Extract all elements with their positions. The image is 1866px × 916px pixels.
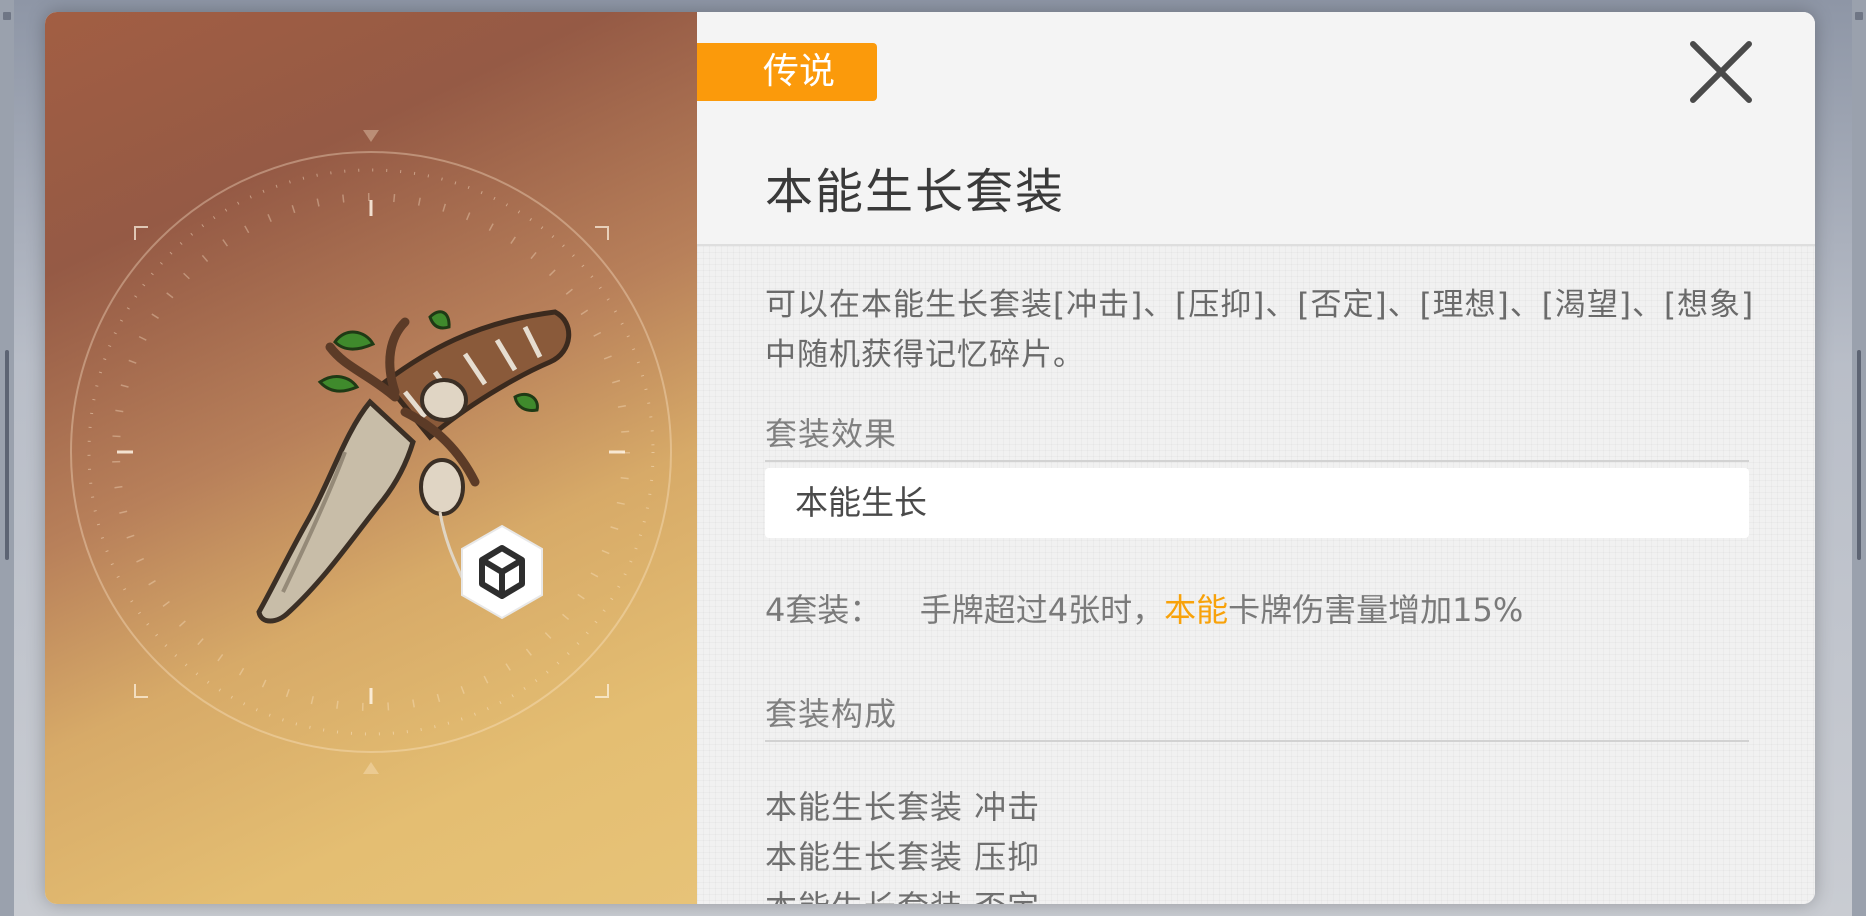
rarity-badge: 传说 bbox=[697, 43, 877, 101]
item-description: 可以在本能生长套装[冲击]、[压抑]、[否定]、[理想]、[渴望]、[想象]中随… bbox=[765, 287, 1755, 373]
set-member-item: 本能生长套装 压抑 bbox=[765, 838, 1041, 876]
edge-marker bbox=[3, 12, 11, 20]
set-member-item: 本能生长套装 否定 bbox=[765, 882, 1040, 904]
set-bonus-tier: 4套装： bbox=[765, 591, 882, 629]
close-button[interactable] bbox=[1687, 38, 1755, 106]
set-bonus-text-end: 卡牌伤害量增加15% bbox=[1228, 591, 1524, 629]
reticle-arrow-bottom bbox=[363, 762, 379, 774]
set-bonus-keyword: 本能 bbox=[1164, 591, 1229, 629]
reticle-arrow-top bbox=[363, 130, 379, 142]
set-effect-heading: 套装效果 bbox=[765, 415, 898, 453]
section-divider bbox=[765, 460, 1749, 462]
section-divider bbox=[765, 740, 1749, 742]
set-effect-name: 本能生长 bbox=[765, 468, 1749, 538]
left-scroll-handle[interactable] bbox=[5, 350, 9, 560]
item-artwork-panel bbox=[45, 12, 697, 904]
set-bonus-line: 4套装： 手牌超过4张时，本能卡牌伤害量增加15% bbox=[765, 585, 1523, 631]
cube-hexagon-icon bbox=[461, 524, 543, 620]
right-scroll-handle[interactable] bbox=[1857, 350, 1861, 560]
info-header: 传说 本能生长套装 bbox=[697, 12, 1815, 246]
set-bonus-text: 手牌超过4张时， bbox=[919, 591, 1165, 629]
item-detail-dialog: 传说 本能生长套装 可以在本能生长套装[冲击]、[压抑]、[否定]、[理想]、[… bbox=[45, 12, 1815, 904]
edge-marker bbox=[1855, 12, 1863, 20]
left-edge-strip bbox=[0, 0, 14, 916]
set-member-item: 本能生长套装 冲击 bbox=[765, 788, 1041, 826]
set-composition-heading: 套装构成 bbox=[765, 695, 898, 733]
item-title: 本能生长套装 bbox=[765, 164, 1066, 220]
item-info-panel: 传说 本能生长套装 可以在本能生长套装[冲击]、[压抑]、[否定]、[理想]、[… bbox=[697, 12, 1815, 904]
targeting-reticle bbox=[70, 130, 672, 774]
close-x-icon[interactable] bbox=[1687, 38, 1755, 106]
right-edge-strip bbox=[1852, 0, 1866, 916]
